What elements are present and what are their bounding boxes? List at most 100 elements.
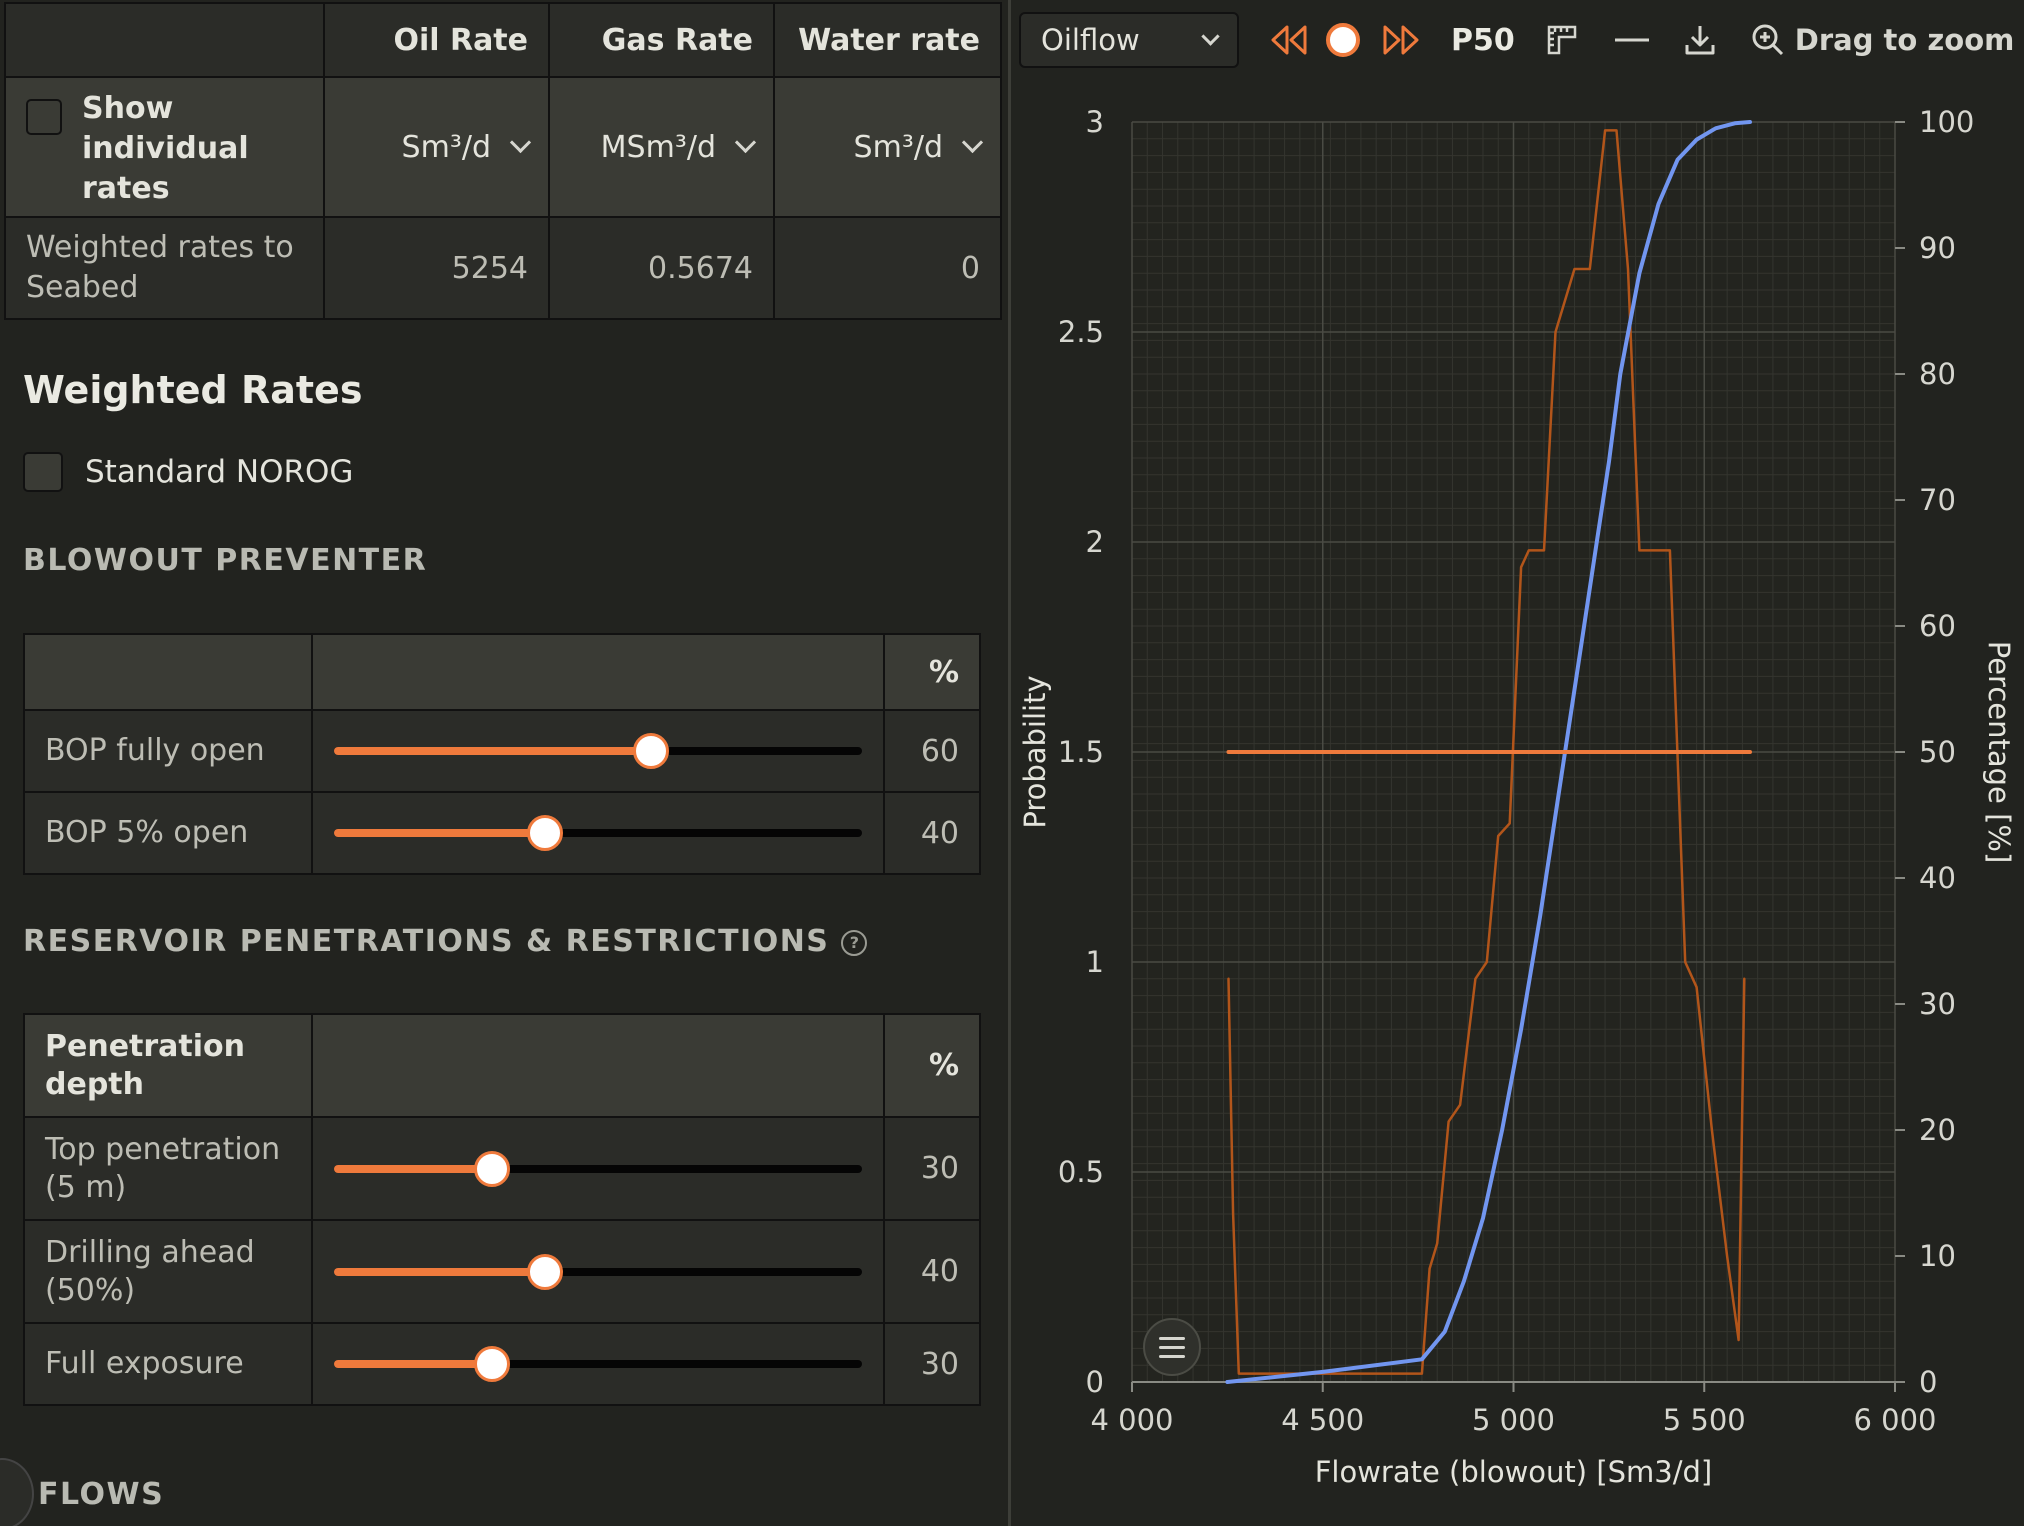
slider-thumb[interactable] bbox=[632, 733, 669, 769]
reservoir-header-empty bbox=[311, 1013, 885, 1118]
full-exposure-slider[interactable] bbox=[334, 1344, 862, 1384]
download-icon[interactable] bbox=[1683, 23, 1717, 57]
x-tick-label: 4 000 bbox=[1090, 1403, 1173, 1437]
water-unit-value: Sm³/d bbox=[853, 129, 943, 165]
reservoir-section-title: RESERVOIR PENETRATIONS & RESTRICTIONS? bbox=[23, 924, 868, 959]
ruler-icon[interactable] bbox=[1545, 23, 1579, 57]
standard-norog-label: Standard NOROG bbox=[85, 454, 354, 490]
gas-unit-select[interactable]: MSm³/d bbox=[548, 76, 775, 218]
y2-tick-label: 50 bbox=[1919, 735, 1956, 769]
weighted-seabed-label: Weighted rates to Seabed bbox=[4, 216, 325, 320]
rewind-icon[interactable] bbox=[1269, 23, 1309, 57]
gas-unit-value: MSm³/d bbox=[600, 129, 716, 165]
y2-tick-label: 10 bbox=[1919, 1239, 1956, 1273]
reservoir-slider-cell bbox=[311, 1219, 885, 1324]
show-individual-checkbox[interactable] bbox=[26, 99, 62, 135]
series-dropdown-value: Oilflow bbox=[1041, 23, 1140, 57]
slider-thumb[interactable] bbox=[527, 1253, 564, 1290]
y-tick-label: 2 bbox=[1086, 525, 1104, 559]
zoom-in-icon bbox=[1752, 24, 1783, 56]
x-tick-label: 5 500 bbox=[1663, 1403, 1746, 1437]
rates-header-empty bbox=[4, 2, 325, 78]
y2-tick-label: 20 bbox=[1919, 1113, 1956, 1147]
reservoir-row-value: 30 bbox=[883, 1322, 981, 1406]
bop-pct-header: % bbox=[883, 633, 981, 711]
bop-header-empty bbox=[23, 633, 313, 711]
bop-row-label: BOP 5% open bbox=[23, 791, 313, 875]
reservoir-row-value: 30 bbox=[883, 1116, 981, 1221]
bop-5pct-open-slider[interactable] bbox=[334, 813, 862, 853]
chevron-down-icon bbox=[1201, 26, 1220, 46]
reservoir-title-text: RESERVOIR PENETRATIONS & RESTRICTIONS bbox=[23, 924, 830, 959]
y-tick-label: 3 bbox=[1086, 105, 1104, 139]
rates-table: Oil Rate Gas Rate Water rate Show indivi… bbox=[4, 2, 1002, 320]
reservoir-row-label: Drilling ahead (50%) bbox=[23, 1219, 313, 1324]
reservoir-slider-cell bbox=[311, 1116, 885, 1221]
collapse-button[interactable] bbox=[0, 1458, 34, 1526]
record-icon[interactable] bbox=[1325, 22, 1361, 58]
bop-row-value: 40 bbox=[883, 791, 981, 875]
oil-unit-value: Sm³/d bbox=[401, 129, 491, 165]
oil-rate-value: 5254 bbox=[323, 216, 550, 320]
y2-tick-label: 100 bbox=[1919, 105, 1974, 139]
drag-to-zoom-button[interactable]: Drag to zoom bbox=[1751, 23, 2015, 57]
y2-tick-label: 30 bbox=[1919, 987, 1956, 1021]
legend-list-icon[interactable] bbox=[1143, 1318, 1201, 1376]
chart-svg[interactable]: 4 000 4 500 5 000 5 500 6 00000.511.522.5301… bbox=[1011, 0, 2024, 1526]
x-tick-label: 5 000 bbox=[1472, 1403, 1555, 1437]
show-individual-label: Show individual rates bbox=[82, 91, 249, 206]
gas-rate-header: Gas Rate bbox=[548, 2, 775, 78]
flows-section: FLOWS bbox=[0, 1458, 164, 1526]
bop-header-empty-2 bbox=[311, 633, 885, 711]
reservoir-row-value: 40 bbox=[883, 1219, 981, 1324]
standard-norog-checkbox[interactable] bbox=[23, 452, 63, 492]
bop-fully-open-slider[interactable] bbox=[334, 731, 862, 771]
water-rate-header: Water rate bbox=[773, 2, 1002, 78]
reservoir-row-label: Top penetration (5 m) bbox=[23, 1116, 313, 1221]
top-penetration-slider[interactable] bbox=[334, 1149, 862, 1189]
bop-section-title: BLOWOUT PREVENTER bbox=[23, 543, 428, 578]
p50-label[interactable]: P50 bbox=[1451, 23, 1515, 58]
y2-tick-label: 80 bbox=[1919, 357, 1956, 391]
chart-toolbar: Oilflow P50 Drag to zoom bbox=[1019, 10, 2014, 70]
chevron-down-icon bbox=[734, 131, 757, 153]
bop-row-label: BOP fully open bbox=[23, 709, 313, 793]
gas-rate-value: 0.5674 bbox=[548, 216, 775, 320]
fast-forward-icon[interactable] bbox=[1381, 23, 1421, 57]
oil-rate-header: Oil Rate bbox=[323, 2, 550, 78]
bop-table: % BOP fully open 60 BOP 5% open 40 bbox=[23, 633, 981, 875]
left-panel: Oil Rate Gas Rate Water rate Show indivi… bbox=[0, 0, 1008, 1526]
drilling-ahead-slider[interactable] bbox=[334, 1252, 862, 1292]
reservoir-row: Top penetration (5 m) 30 bbox=[23, 1116, 981, 1221]
bop-row: BOP 5% open 40 bbox=[23, 791, 981, 875]
reservoir-pct-header: % bbox=[883, 1013, 981, 1118]
y2-tick-label: 40 bbox=[1919, 861, 1956, 895]
standard-norog-row[interactable]: Standard NOROG bbox=[23, 452, 353, 492]
chevron-down-icon bbox=[961, 131, 984, 153]
reservoir-slider-cell bbox=[311, 1322, 885, 1406]
slider-thumb[interactable] bbox=[474, 1346, 511, 1382]
water-rate-value: 0 bbox=[773, 216, 1002, 320]
help-icon[interactable]: ? bbox=[841, 929, 868, 956]
slider-thumb[interactable] bbox=[474, 1150, 511, 1187]
weighted-rates-title: Weighted Rates bbox=[23, 368, 363, 412]
x-axis-label: Flowrate (blowout) [Sm3/d] bbox=[1315, 1455, 1713, 1489]
y2-tick-label: 90 bbox=[1919, 231, 1956, 265]
oil-unit-select[interactable]: Sm³/d bbox=[323, 76, 550, 218]
bop-slider-cell bbox=[311, 709, 885, 793]
reservoir-row-label: Full exposure bbox=[23, 1322, 313, 1406]
x-tick-label: 6 000 bbox=[1853, 1403, 1936, 1437]
chart-panel: 4 000 4 500 5 000 5 500 6 000 0 0.5 1 1.5 2 2.5 3 0 1… bbox=[1011, 0, 2024, 1526]
drag-to-zoom-label: Drag to zoom bbox=[1794, 23, 2015, 57]
y-tick-label: 1 bbox=[1086, 945, 1104, 979]
reservoir-row: Full exposure 30 bbox=[23, 1322, 981, 1406]
y-tick-label: 0 bbox=[1086, 1365, 1104, 1399]
bop-row: BOP fully open 60 bbox=[23, 709, 981, 793]
line-icon[interactable] bbox=[1613, 23, 1651, 57]
bop-row-value: 60 bbox=[883, 709, 981, 793]
water-unit-select[interactable]: Sm³/d bbox=[773, 76, 1002, 218]
slider-thumb[interactable] bbox=[527, 815, 564, 851]
y-tick-label: 2.5 bbox=[1058, 315, 1104, 349]
bop-slider-cell bbox=[311, 791, 885, 875]
series-dropdown[interactable]: Oilflow bbox=[1019, 12, 1239, 68]
